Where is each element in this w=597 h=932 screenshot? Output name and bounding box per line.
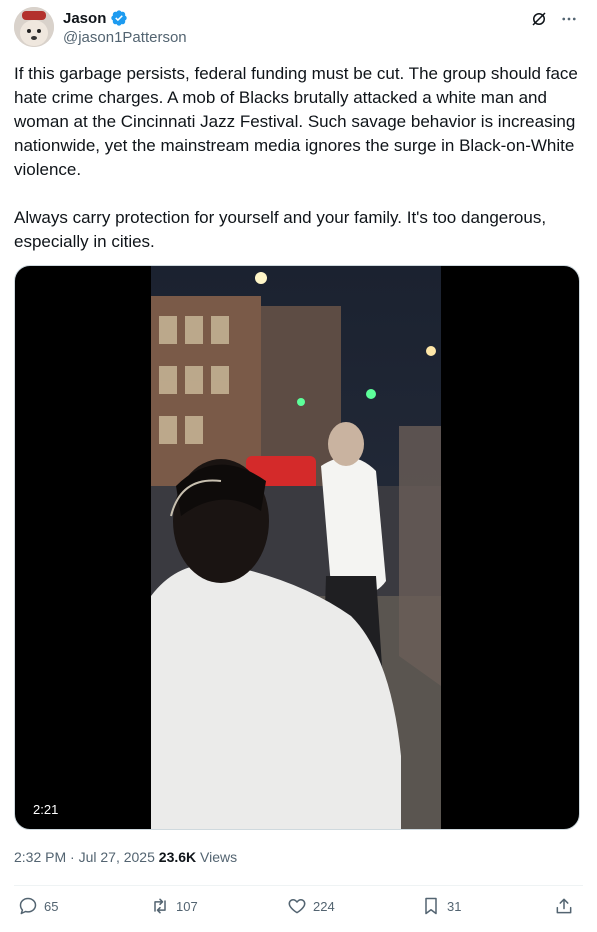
like-count: 224 — [313, 898, 335, 914]
post-meta: 2:32 PM · Jul 27, 2025 23.6K Views — [14, 849, 237, 865]
views-count: 23.6K — [158, 849, 197, 865]
reply-button[interactable]: 65 — [18, 896, 58, 916]
post-header: Jason @jason1Patterson — [14, 7, 583, 51]
bookmark-icon — [425, 897, 437, 915]
more-icon[interactable] — [559, 9, 579, 29]
display-name[interactable]: Jason — [63, 10, 106, 27]
video-frame — [151, 266, 441, 829]
bookmark-button[interactable]: 31 — [421, 896, 461, 916]
action-bar: 65 107 224 31 — [14, 896, 583, 926]
post-time[interactable]: 2:32 PM — [14, 849, 66, 865]
heart-icon — [288, 899, 306, 914]
share-button[interactable] — [554, 896, 574, 916]
verified-badge-icon — [111, 10, 128, 26]
divider — [14, 885, 583, 886]
views-label: Views — [196, 849, 238, 865]
like-button[interactable]: 224 — [287, 896, 335, 916]
repost-icon — [154, 898, 166, 914]
bookmark-count: 31 — [447, 898, 462, 914]
video-player[interactable]: 2:21 — [14, 265, 580, 830]
post-date[interactable]: Jul 27, 2025 — [79, 849, 155, 865]
post-text: If this garbage persists, federal fundin… — [14, 64, 578, 251]
video-duration: 2:21 — [27, 800, 65, 819]
reply-count: 65 — [44, 898, 59, 914]
repost-count: 107 — [176, 898, 198, 914]
avatar[interactable] — [14, 7, 54, 47]
author-handle[interactable]: @jason1Patterson — [63, 29, 187, 46]
repost-button[interactable]: 107 — [150, 896, 198, 916]
meta-separator: · — [66, 849, 79, 865]
share-icon — [556, 898, 572, 914]
reply-icon — [19, 897, 37, 915]
grok-icon[interactable] — [529, 9, 549, 29]
